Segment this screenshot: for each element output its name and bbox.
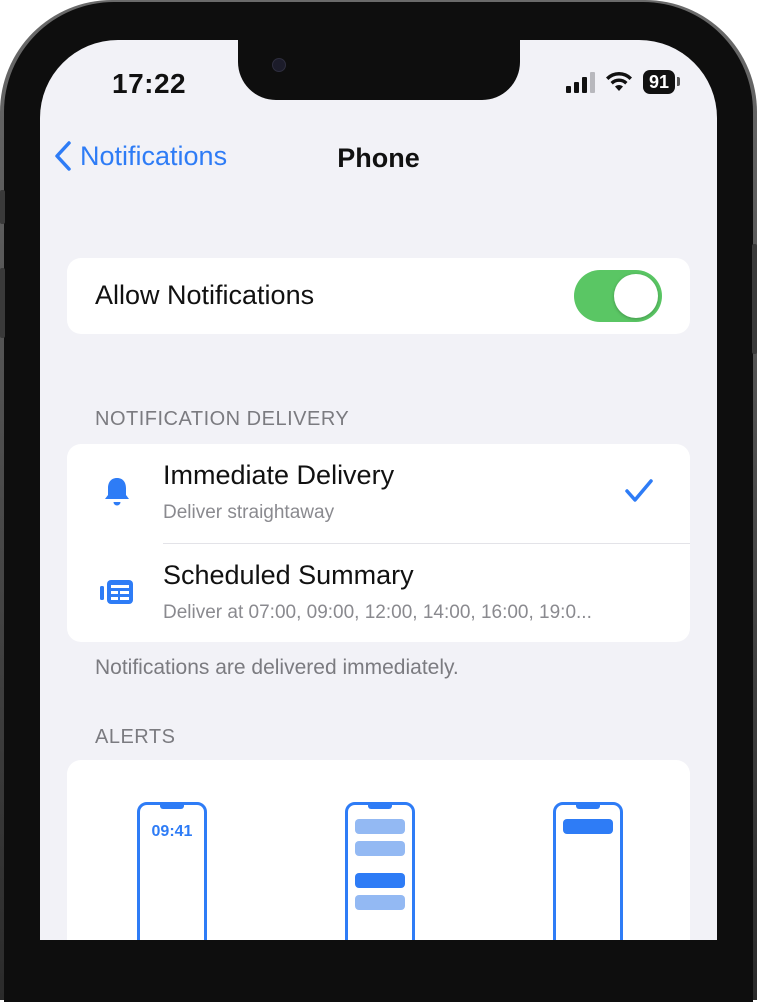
front-camera: [272, 58, 286, 72]
mini-notch: [160, 804, 184, 809]
section-header-delivery: NOTIFICATION DELIVERY: [95, 408, 350, 430]
bell-icon: [105, 478, 129, 506]
summary-list-icon: [100, 580, 133, 604]
delivery-options-card: Immediate Delivery Deliver straightaway …: [67, 444, 690, 642]
wifi-icon: [605, 71, 632, 91]
notification-bar: [355, 819, 405, 834]
mini-notch: [368, 804, 392, 809]
banner-bar: [563, 819, 613, 834]
allow-notifications-toggle[interactable]: [574, 270, 662, 322]
notification-bar: [355, 873, 405, 888]
notch: [238, 40, 520, 100]
screen: 17:22 91 Notifications Phone Allow Notif…: [40, 40, 717, 940]
cellular-signal-icon: [565, 71, 595, 93]
notification-bar: [355, 895, 405, 910]
battery-indicator: 91: [642, 70, 681, 94]
status-time: 17:22: [112, 68, 187, 99]
alert-notification-centre-option[interactable]: [345, 802, 415, 940]
allow-notifications-row: Allow Notifications: [67, 258, 690, 334]
alerts-card: 09:41: [67, 760, 690, 940]
option-subtitle: Deliver straightaway: [163, 502, 335, 523]
side-button: [0, 190, 5, 224]
volume-up-button: [0, 268, 5, 338]
section-header-alerts: ALERTS: [95, 726, 176, 748]
lock-screen-time: 09:41: [151, 823, 193, 840]
allow-notifications-label: Allow Notifications: [95, 280, 315, 310]
delivery-footer-note: Notifications are delivered immediately.: [95, 656, 459, 679]
option-immediate-delivery[interactable]: Immediate Delivery Deliver straightaway: [67, 444, 690, 544]
option-title: Immediate Delivery: [163, 460, 395, 490]
option-subtitle: Deliver at 07:00, 09:00, 12:00, 14:00, 1…: [163, 602, 592, 623]
option-scheduled-summary[interactable]: Scheduled Summary Deliver at 07:00, 09:0…: [67, 544, 690, 642]
power-button: [752, 244, 757, 354]
option-title: Scheduled Summary: [163, 560, 414, 590]
alert-lock-screen-option[interactable]: 09:41: [137, 802, 207, 940]
page-title: Phone: [337, 143, 420, 173]
status-icons: 91: [565, 70, 681, 94]
alert-banners-option[interactable]: [553, 802, 623, 940]
mini-notch: [576, 804, 600, 809]
checkmark-icon: [625, 479, 653, 502]
toggle-knob: [614, 274, 658, 318]
notification-bar: [355, 841, 405, 856]
